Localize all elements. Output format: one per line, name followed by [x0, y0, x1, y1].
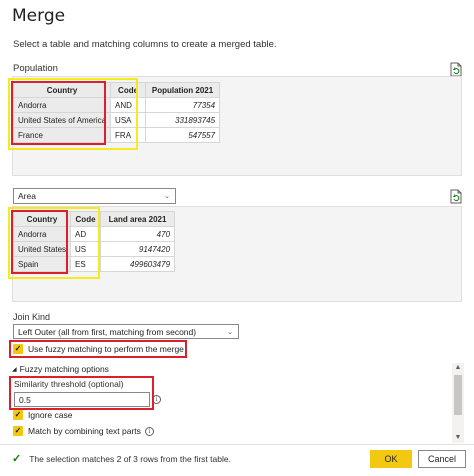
column-header-code[interactable]: Code — [70, 211, 102, 227]
table-cell: Andorra — [12, 226, 72, 242]
column-header-country[interactable]: Country — [12, 82, 112, 98]
table-cell: 77354 — [145, 97, 221, 113]
match-status-text: The selection matches 2 of 3 rows from t… — [29, 453, 231, 464]
ignore-case-checkbox[interactable]: ✓ Ignore case — [13, 410, 72, 420]
match-status: ✓ The selection matches 2 of 3 rows from… — [12, 452, 231, 465]
table-row: France FRA 547557 — [12, 127, 221, 143]
chevron-down-icon: ⌄ — [164, 193, 170, 200]
table-cell: United States of America — [12, 112, 112, 128]
column-header-land-area[interactable]: Land area 2021 — [100, 211, 176, 227]
info-icon[interactable]: i — [144, 426, 154, 436]
join-kind-dropdown[interactable]: Left Outer (all from first, matching fro… — [13, 324, 239, 339]
ignore-case-label: Ignore case — [28, 410, 73, 420]
table-cell: AND — [110, 97, 147, 113]
page-title: Merge — [12, 6, 66, 26]
join-kind-selected: Left Outer (all from first, matching fro… — [18, 326, 197, 337]
column-header-population[interactable]: Population 2021 — [145, 82, 221, 98]
table-cell: Andorra — [12, 97, 112, 113]
fuzzy-matching-label: Use fuzzy matching to perform the merge — [28, 344, 184, 354]
table-cell: 547557 — [145, 127, 221, 143]
scroll-down-icon[interactable]: ▼ — [452, 433, 464, 443]
checkmark-icon[interactable]: ✓ — [13, 344, 23, 354]
table-row: Andorra AND 77354 — [12, 97, 221, 113]
cancel-button[interactable]: Cancel — [418, 450, 466, 468]
table-cell: 331893745 — [145, 112, 221, 128]
footer-divider — [0, 444, 474, 445]
combine-text-parts-label: Match by combining text parts — [28, 426, 141, 436]
checkmark-icon[interactable]: ✓ — [13, 426, 23, 436]
table-cell: 470 — [100, 226, 176, 242]
table-cell: AD — [70, 226, 102, 242]
second-table-selected: Area — [18, 191, 36, 201]
chevron-down-icon: ⌄ — [227, 328, 233, 336]
column-header-country[interactable]: Country — [12, 211, 72, 227]
fuzzy-matching-checkbox[interactable]: ✓ Use fuzzy matching to perform the merg… — [13, 344, 184, 354]
table-row: Spain ES 499603479 — [12, 256, 176, 272]
second-table-grid: Country Code Land area 2021 Andorra AD 4… — [12, 211, 176, 272]
scroll-thumb[interactable] — [454, 375, 462, 415]
refresh-preview-icon[interactable] — [449, 189, 463, 204]
dialog-subtitle: Select a table and matching columns to c… — [13, 39, 277, 50]
fuzzy-options-header[interactable]: ◢ Fuzzy matching options — [12, 364, 109, 374]
checkmark-icon: ✓ — [12, 453, 22, 465]
table-cell: 499603479 — [100, 256, 176, 272]
similarity-threshold-input[interactable]: 0.5 — [14, 392, 150, 407]
second-table-dropdown[interactable]: Area ⌄ — [13, 188, 176, 204]
checkmark-icon[interactable]: ✓ — [13, 410, 23, 420]
fuzzy-options-title: Fuzzy matching options — [19, 364, 109, 374]
table-cell: FRA — [110, 127, 147, 143]
ok-button[interactable]: OK — [370, 450, 412, 468]
table-row: United States of America USA 331893745 — [12, 112, 221, 128]
similarity-threshold-label: Similarity threshold (optional) — [14, 379, 124, 389]
join-kind-label: Join Kind — [13, 312, 51, 322]
collapse-triangle-icon: ◢ — [12, 366, 17, 373]
table-cell: France — [12, 127, 112, 143]
scroll-up-icon[interactable]: ▲ — [452, 363, 464, 373]
table-cell: US — [70, 241, 102, 257]
first-table-label: Population — [13, 63, 58, 74]
similarity-threshold-value: 0.5 — [19, 394, 31, 405]
combine-text-parts-checkbox[interactable]: ✓ Match by combining text parts i — [13, 426, 154, 436]
table-row: United States US 9147420 — [12, 241, 176, 257]
options-scrollbar[interactable]: ▲ ▼ — [452, 363, 464, 443]
table-cell: Spain — [12, 256, 72, 272]
info-icon[interactable]: i — [152, 395, 161, 404]
table-row: Andorra AD 470 — [12, 226, 176, 242]
table-cell: USA — [110, 112, 147, 128]
first-table-grid: Country Code Population 2021 Andorra AND… — [12, 82, 221, 143]
table-cell: United States — [12, 241, 72, 257]
table-cell: 9147420 — [100, 241, 176, 257]
table-cell: ES — [70, 256, 102, 272]
refresh-preview-icon[interactable] — [449, 62, 463, 77]
column-header-code[interactable]: Code — [110, 82, 147, 98]
